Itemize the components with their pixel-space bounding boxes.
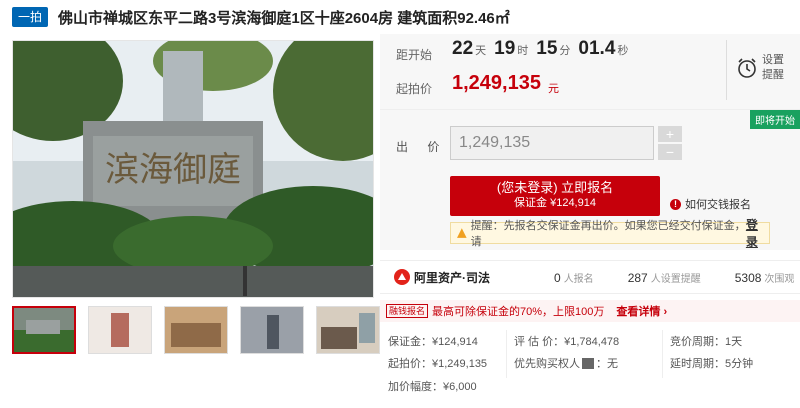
thumbnail-4[interactable] (240, 306, 304, 354)
page-title: 佛山市禅城区东平二路3号滨海御庭1区十座2604房 建筑面积92.46㎡ (58, 9, 510, 27)
thumbnail-strip (12, 306, 380, 354)
countdown-seconds-unit: 秒 (617, 45, 629, 57)
set-reminder-button[interactable]: 设置提醒 (736, 38, 796, 98)
thumbnail-2[interactable] (88, 306, 152, 354)
views-count: 5308 (734, 270, 762, 285)
warning-icon (457, 228, 467, 238)
set-reminder-label: 设置提醒 (762, 54, 784, 81)
stats-row: 阿里资产·司法 0 人报名 287 人设置提醒 5308 次围观 (380, 260, 800, 294)
reminders-count: 287 (627, 270, 648, 285)
info-icon: ! (670, 198, 681, 210)
ali-asset-logo-icon (394, 269, 410, 285)
how-to-pay-link[interactable]: ! 如何交钱报名 (670, 196, 751, 212)
start-price-unit: 元 (548, 83, 559, 95)
loan-text: 最高可除保证金的70%，上限100万 (432, 306, 605, 318)
title-bar: 一拍 佛山市禅城区东平二路3号滨海御庭1区十座2604房 建筑面积92.46㎡ (0, 0, 800, 34)
countdown-days: 22 (452, 38, 474, 59)
countdown-label: 距开始 (396, 48, 433, 62)
priority-buyer-label: 优先购买权人 (514, 358, 580, 370)
main-property-photo[interactable]: 滨海御庭 (12, 40, 374, 298)
thumbnail-5[interactable] (316, 306, 380, 354)
registrants-stat: 0 人报名 (554, 270, 594, 285)
register-deposit-label: 保证金 ¥124,914 (514, 197, 596, 209)
register-button[interactable]: (您未登录) 立即报名 保证金 ¥124,914 (450, 176, 660, 216)
deposit-notice: 提醒：先报名交保证金再出价。如果您已经交付保证金，请 登录 (450, 218, 770, 249)
countdown-hours: 19 (494, 38, 516, 59)
register-button-label: (您未登录) 立即报名 (496, 180, 614, 195)
countdown-minutes: 15 (536, 38, 558, 59)
loan-details-link[interactable]: 查看详情 › (616, 303, 667, 319)
priority-info-icon[interactable] (582, 357, 594, 369)
decrease-bid-button[interactable]: − (658, 144, 682, 160)
property-entrance-image: 滨海御庭 (13, 41, 373, 297)
svg-text:滨海御庭: 滨海御庭 (105, 150, 241, 190)
deposit-info: 保证金：¥124,914 (388, 336, 478, 348)
start-price-value: 1,249,135 (452, 72, 541, 94)
bid-panel: 即将开始 出 价 + − (您未登录) 立即报名 保证金 ¥124,914 ! … (380, 110, 800, 250)
countdown-values: 22 天 19 时 15 分 01.4 秒 (452, 38, 636, 60)
alarm-clock-icon (738, 58, 756, 78)
reminders-unit: 人设置提醒 (650, 273, 701, 285)
thumbnail-3[interactable] (164, 306, 228, 354)
delay-cycle-info: 延时周期：5分钟 (670, 358, 754, 370)
thumbnail-1[interactable] (12, 306, 76, 354)
countdown-days-unit: 天 (475, 45, 487, 57)
divider (506, 330, 507, 378)
loan-tag: 融钱报名 (386, 304, 429, 318)
reminders-stat: 287 人设置提醒 (628, 270, 701, 285)
countdown-panel: 距开始 22 天 19 时 15 分 01.4 秒 起拍价 1,249,135 … (380, 34, 800, 110)
countdown-hours-unit: 时 (517, 45, 529, 57)
bid-label: 出 价 (396, 140, 448, 154)
registrants-count: 0 (554, 270, 561, 285)
brand-label: 阿里资产·司法 (414, 270, 490, 285)
priority-buyer-value: ：无 (596, 358, 618, 370)
auction-round-tag: 一拍 (12, 7, 49, 27)
countdown-seconds: 01.4 (578, 38, 616, 59)
divider (726, 40, 727, 100)
registrants-unit: 人报名 (563, 273, 594, 285)
views-stat: 5308 次围观 (735, 270, 795, 285)
increase-bid-button[interactable]: + (658, 126, 682, 142)
brand: 阿里资产·司法 (394, 269, 544, 286)
loan-row: 融钱报名 最高可除保证金的70%，上限100万 查看详情 › (380, 300, 800, 322)
priority-buyer-info: 优先购买权人 ：无 (514, 355, 618, 371)
appraisal-info: 评 估 价：¥1,784,478 (514, 336, 620, 348)
countdown-minutes-unit: 分 (559, 45, 571, 57)
increment-info: 加价幅度：¥6,000 (388, 381, 477, 393)
start-price-info: 起拍价：¥1,249,135 (388, 358, 488, 370)
login-link[interactable]: 登录 (746, 216, 769, 250)
start-price-label: 起拍价 (396, 82, 433, 96)
divider (662, 330, 663, 378)
status-badge: 即将开始 (750, 110, 800, 129)
bid-amount-input[interactable] (450, 126, 654, 160)
notice-text: 提醒：先报名交保证金再出价。如果您已经交付保证金，请 (470, 220, 746, 248)
how-to-pay-label: 如何交钱报名 (685, 199, 751, 211)
bid-cycle-info: 竞价周期：1天 (670, 336, 743, 348)
views-unit: 次围观 (764, 273, 795, 285)
